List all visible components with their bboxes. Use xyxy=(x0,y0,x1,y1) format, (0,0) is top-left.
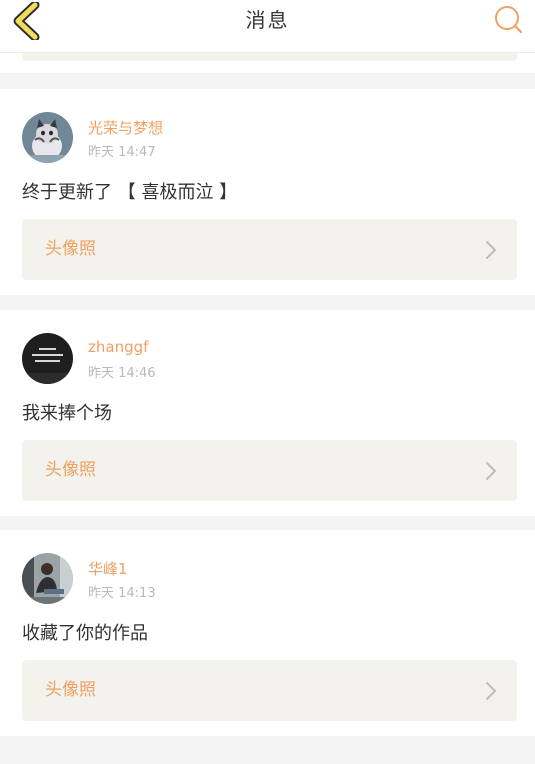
referenced-work-title: 头像照 xyxy=(45,680,96,700)
page-title: 消息 xyxy=(245,8,290,32)
chevron-right-icon xyxy=(486,462,496,480)
referenced-work-link[interactable]: 头像照 xyxy=(22,440,517,501)
message-card: 光荣与梦想 昨天 14:47 终于更新了 【 喜极而泣 】 头像照 xyxy=(0,89,535,295)
avatar[interactable] xyxy=(22,333,73,384)
message-card: zhanggf 昨天 14:46 我来捧个场 头像照 xyxy=(0,310,535,516)
kitten-photo xyxy=(22,112,73,163)
referenced-work-link[interactable]: 头像照 xyxy=(22,660,517,721)
referenced-work-link[interactable]: 头像照 xyxy=(22,219,517,280)
text-avatar-image xyxy=(22,333,73,384)
person-photo xyxy=(22,553,73,604)
message-card: 华峰1 昨天 14:13 收藏了你的作品 头像照 xyxy=(0,530,535,736)
message-text: 收藏了你的作品 xyxy=(22,623,148,644)
timestamp: 昨天 14:47 xyxy=(88,145,156,160)
timestamp: 昨天 14:13 xyxy=(88,586,156,601)
search-icon xyxy=(495,6,523,34)
username[interactable]: 华峰1 xyxy=(88,558,128,579)
referenced-work-title: 头像照 xyxy=(45,239,96,259)
search-button[interactable] xyxy=(493,4,525,36)
top-nav-bar: 消息 xyxy=(0,0,535,53)
avatar[interactable] xyxy=(22,112,73,163)
message-text: 终于更新了 【 喜极而泣 】 xyxy=(22,182,238,203)
timestamp: 昨天 14:46 xyxy=(88,366,156,381)
username[interactable]: 光荣与梦想 xyxy=(88,117,163,138)
username[interactable]: zhanggf xyxy=(88,338,148,356)
previous-card-reference-box[interactable] xyxy=(22,53,517,61)
avatar[interactable] xyxy=(22,553,73,604)
chevron-right-icon xyxy=(486,682,496,700)
message-text: 我来捧个场 xyxy=(22,403,112,424)
referenced-work-title: 头像照 xyxy=(45,460,96,480)
chevron-right-icon xyxy=(486,241,496,259)
previous-card-tail xyxy=(0,53,535,73)
